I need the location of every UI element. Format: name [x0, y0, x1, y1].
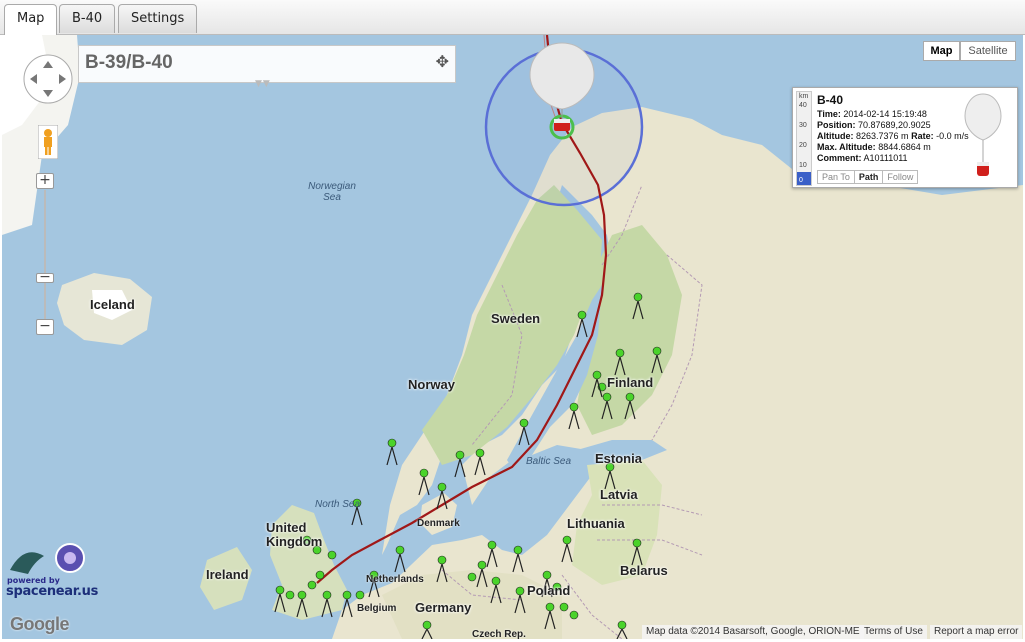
- label-ireland: Ireland: [206, 567, 249, 582]
- label-norway: Norway: [408, 377, 455, 392]
- info-time: Time: 2014-02-14 15:19:48: [817, 109, 927, 119]
- info-title: B-40: [817, 93, 844, 107]
- tab-map[interactable]: Map: [4, 4, 58, 35]
- map-data-attribution: Map data ©2014 Basarsoft, Google, ORION-…: [642, 625, 864, 639]
- report-map-error-link[interactable]: Report a map error: [930, 625, 1023, 639]
- info-max-altitude: Max. Altitude: 8844.6864 m: [817, 142, 931, 152]
- label-lithuania: Lithuania: [567, 516, 625, 531]
- altitude-gauge: km 40 30 20 10 0: [796, 91, 812, 186]
- info-altitude: Altitude: 8263.7376 m Rate: -0.0 m/s: [817, 131, 969, 141]
- google-logo[interactable]: Google: [10, 614, 70, 635]
- zoom-out-button[interactable]: −: [36, 319, 54, 335]
- label-latvia: Latvia: [600, 487, 638, 502]
- street-view-pegman-icon[interactable]: [38, 125, 58, 159]
- zoom-track[interactable]: [44, 190, 46, 320]
- gauge-tick-40: 40: [799, 102, 807, 109]
- label-baltic-sea: Baltic Sea: [526, 456, 572, 467]
- pan-to-button[interactable]: Pan To: [818, 171, 855, 183]
- spacenear-label: spacenear.us: [6, 584, 99, 599]
- map-type-satellite-button[interactable]: Satellite: [960, 41, 1016, 61]
- label-germany: Germany: [415, 600, 472, 615]
- flight-title: B-39/B-40: [85, 52, 173, 73]
- balloon-icon: [964, 93, 1002, 176]
- zoom-slider-handle[interactable]: −: [36, 270, 54, 284]
- label-netherlands: Netherlands: [366, 574, 424, 585]
- info-position: Position: 70.87689,20.9025: [817, 120, 931, 130]
- label-belgium: Belgium: [357, 603, 397, 614]
- label-poland: Poland: [527, 583, 571, 598]
- label-united-kingdom: United Kingdom: [266, 520, 323, 549]
- tab-b-40[interactable]: B-40: [59, 4, 116, 33]
- gauge-tick-30: 30: [799, 122, 807, 129]
- zoom-in-button[interactable]: +: [36, 173, 54, 189]
- info-buttons: Pan To Path Follow: [817, 170, 919, 184]
- spacenear-emblem-icon: [10, 543, 85, 574]
- terms-of-use-link[interactable]: Terms of Use: [860, 625, 927, 639]
- gauge-tick-0: 0: [799, 177, 803, 184]
- label-finland: Finland: [607, 375, 654, 390]
- gauge-tick-10: 10: [799, 162, 807, 169]
- tab-settings[interactable]: Settings: [118, 4, 198, 33]
- flight-title-box[interactable]: B-39/B-40 ✥ ▼▼: [78, 45, 456, 89]
- expand-arrows-icon[interactable]: ▼▼: [255, 79, 271, 89]
- pan-control[interactable]: [22, 53, 74, 105]
- gauge-tick-20: 20: [799, 142, 807, 149]
- map-type-map-button[interactable]: Map: [923, 41, 960, 61]
- info-comment: Comment: A10111011: [817, 153, 908, 163]
- gauge-unit: km: [799, 93, 809, 100]
- label-denmark: Denmark: [417, 518, 460, 529]
- label-north-sea: North Sea: [315, 499, 361, 510]
- label-iceland: Iceland: [90, 297, 135, 312]
- label-norwegian-sea: Norwegian Sea: [308, 181, 356, 203]
- follow-button[interactable]: Follow: [883, 171, 917, 183]
- balloon-info-window: km 40 30 20 10 0 B-40 Time: 2014-02-14 1…: [792, 87, 1018, 188]
- move-icon[interactable]: ✥: [436, 52, 449, 71]
- spacenear-logo[interactable]: powered by spacenear.us: [4, 540, 98, 602]
- map-canvas[interactable]: Iceland Sweden Norway Finland Estonia La…: [2, 35, 1023, 639]
- label-belarus: Belarus: [620, 563, 668, 578]
- tab-bar: Map B-40 Settings: [0, 0, 1025, 35]
- label-sweden: Sweden: [491, 311, 541, 326]
- label-czech-rep: Czech Rep.: [472, 629, 526, 639]
- label-estonia: Estonia: [595, 451, 642, 466]
- path-button[interactable]: Path: [855, 171, 884, 183]
